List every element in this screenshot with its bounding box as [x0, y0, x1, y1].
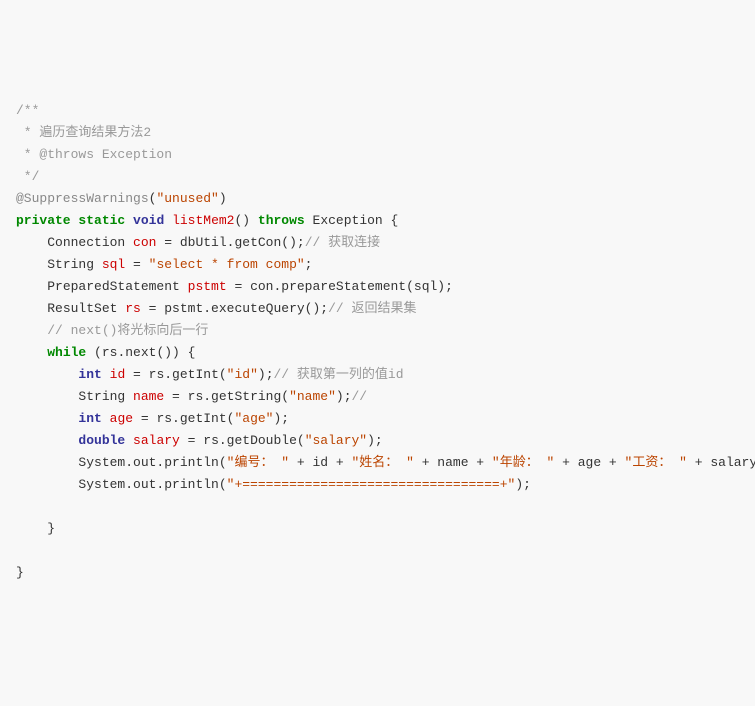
code-text: + salary); [687, 455, 755, 470]
code-text: System.out.println( [78, 455, 226, 470]
code-block: /** * 遍历查询结果方法2 * @throws Exception */ @… [16, 100, 739, 584]
type-double: double [78, 433, 125, 448]
code-text: (rs.next()) { [86, 345, 195, 360]
string-literal: "name" [289, 389, 336, 404]
code-text: = rs.getString( [164, 389, 289, 404]
string-literal: "age" [234, 411, 273, 426]
comment-line: // next()将光标向后一行 [47, 323, 208, 338]
comment-line: * @throws Exception [16, 147, 172, 162]
variable-name: salary [133, 433, 180, 448]
code-text: = con.prepareStatement(sql); [227, 279, 453, 294]
type-resultset: ResultSet [47, 301, 125, 316]
comment-line: /** [16, 103, 39, 118]
string-literal: "姓名： " [351, 455, 413, 470]
keyword-private: private [16, 213, 71, 228]
variable-name: rs [125, 301, 141, 316]
string-literal: "工资： " [625, 455, 687, 470]
string-literal: "id" [227, 367, 258, 382]
string-literal: "unused" [156, 191, 218, 206]
code-text: = pstmt.executeQuery(); [141, 301, 328, 316]
type-string: String [78, 389, 133, 404]
variable-name: con [133, 235, 156, 250]
code-text: Exception { [305, 213, 399, 228]
variable-name: sql [102, 257, 125, 272]
comment-inline: // 获取第一列的值id [274, 367, 404, 382]
comment-inline: // 返回结果集 [328, 301, 416, 316]
comment-line: */ [16, 169, 39, 184]
string-literal: "salary" [305, 433, 367, 448]
variable-name: id [110, 367, 126, 382]
semicolon: ; [305, 257, 313, 272]
string-literal: "年龄： " [492, 455, 554, 470]
string-literal: "select * from comp" [149, 257, 305, 272]
code-text: () [235, 213, 258, 228]
comment-line: * 遍历查询结果方法2 [16, 125, 151, 140]
keyword-static: static [78, 213, 125, 228]
code-text: ); [367, 433, 383, 448]
paren: ) [219, 191, 227, 206]
type-preparedstatement: PreparedStatement [47, 279, 187, 294]
code-text: + age + [554, 455, 624, 470]
code-text: = rs.getDouble( [180, 433, 305, 448]
type-int: int [78, 367, 101, 382]
string-literal: "+=================================+" [227, 477, 516, 492]
variable-name: age [110, 411, 133, 426]
keyword-throws: throws [258, 213, 305, 228]
closing-brace: } [16, 565, 24, 580]
variable-name: name [133, 389, 164, 404]
code-text: = dbUtil.getCon(); [156, 235, 304, 250]
method-name: listMem2 [172, 213, 234, 228]
code-text: ); [515, 477, 531, 492]
code-text: ); [336, 389, 352, 404]
code-text: = rs.getInt( [133, 411, 234, 426]
type-string: String [47, 257, 102, 272]
code-text: + name + [414, 455, 492, 470]
comment-inline: // 获取连接 [305, 235, 380, 250]
code-text: ); [258, 367, 274, 382]
keyword-while: while [47, 345, 86, 360]
closing-brace: } [47, 521, 55, 536]
type-connection: Connection [47, 235, 133, 250]
code-text: System.out.println( [78, 477, 226, 492]
type-void: void [133, 213, 164, 228]
string-literal: "编号： " [227, 455, 289, 470]
code-text: ); [273, 411, 289, 426]
code-text: = [125, 257, 148, 272]
code-text: + id + [289, 455, 351, 470]
variable-name: pstmt [188, 279, 227, 294]
comment-inline: // [352, 389, 368, 404]
code-text: = rs.getInt( [125, 367, 226, 382]
annotation: @SuppressWarnings [16, 191, 149, 206]
type-int: int [78, 411, 101, 426]
